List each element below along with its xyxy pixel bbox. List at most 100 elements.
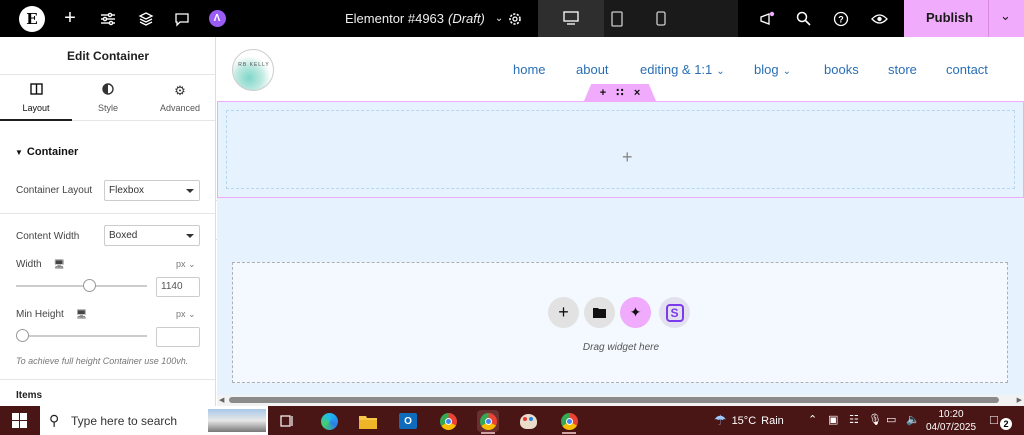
width-input[interactable]: 1140 [156,277,200,297]
document-name: Elementor #4963 [345,11,445,26]
scroll-left-icon[interactable]: ◀ [219,396,224,404]
min-height-slider-thumb[interactable] [16,329,29,342]
nav-books[interactable]: books [824,62,859,77]
section-header-container[interactable]: ▼ Container [15,146,78,158]
weather-widget[interactable]: ☂ 15°C Rain [714,412,784,429]
site-settings-button[interactable] [96,0,120,37]
notifications-button[interactable]: □ 2 [990,412,1012,430]
tab-advanced[interactable]: ⚙ Advanced [144,75,215,121]
active-window-indicator [481,432,495,434]
nav-about[interactable]: about [576,62,609,77]
items-section-label[interactable]: Items [16,390,42,401]
add-element-plus-icon[interactable]: + [622,147,633,168]
add-new-container-button[interactable]: + [548,297,579,328]
battery-icon[interactable]: ▭ [886,413,896,426]
add-template-button[interactable] [584,297,615,328]
width-unit-select[interactable]: px ⌄ [176,259,196,270]
document-status: (Draft) [448,11,485,26]
plus-icon: + [558,302,569,322]
nav-about-label: about [576,62,609,77]
publish-button-group: Publish ⌄ [904,0,1024,37]
chevron-down-icon: ⌄ [188,259,196,269]
system-clock[interactable]: 10:20 04/07/2025 [926,408,976,434]
delete-container-close-icon[interactable]: × [634,87,640,99]
nav-store[interactable]: store [888,62,917,77]
site-logo[interactable]: RB KELLY [232,49,274,91]
device-desktop-button[interactable] [538,0,604,37]
notes-button[interactable] [170,0,194,37]
edge-browser-icon[interactable] [318,410,340,432]
preview-button[interactable] [868,0,890,37]
ai-button[interactable]: Λ [206,0,228,37]
drag-widget-hint: Drag widget here [582,342,660,353]
nav-contact[interactable]: contact [946,62,988,77]
tab-advanced-label: Advanced [159,103,201,113]
panel-title: Edit Container [0,37,215,75]
meet-now-icon[interactable]: ▣ [828,413,838,426]
volume-icon[interactable]: 🔈 [906,413,920,426]
structure-button[interactable] [134,0,158,37]
task-view-icon[interactable] [276,410,298,432]
chrome-icon[interactable] [437,410,459,432]
sparkle-icon: ✦ [629,304,642,320]
document-title[interactable]: Elementor #4963 (Draft) ⌄ [345,0,503,37]
nav-blog[interactable]: blog ⌄ [754,62,791,77]
publish-button[interactable]: Publish [926,10,973,25]
weather-temperature: 15°C [731,414,757,427]
publish-divider [988,0,989,37]
width-slider-thumb[interactable] [83,279,97,292]
tablet-icon [611,10,623,27]
ai-generate-button[interactable]: ✦ [620,297,651,328]
gear-icon [509,12,521,25]
add-element-button[interactable]: + [58,0,82,37]
network-icon[interactable]: ☷ [849,413,859,426]
file-explorer-icon[interactable] [357,410,379,432]
container-layout-label: Container Layout [16,185,93,196]
nav-editing[interactable]: editing & 1:1 ⌄ [640,62,725,77]
min-height-input[interactable] [156,327,200,347]
min-height-slider-track[interactable] [16,335,147,337]
show-hidden-icons-chevron-icon[interactable]: ⌃ [808,413,817,426]
search-icon: ⚲ [49,412,60,428]
windows-start-icon[interactable] [12,413,27,428]
widget-drop-zone[interactable]: + ✦ S Drag widget here [232,262,1008,383]
min-height-unit-select[interactable]: px ⌄ [176,309,196,320]
chrome-active-window-icon[interactable] [477,410,499,432]
device-mobile-button[interactable] [650,0,672,37]
container-layout-select[interactable]: Flexbox [104,180,200,201]
paint-icon[interactable] [517,410,539,432]
chevron-down-icon: ⌄ [494,13,504,24]
horizontal-scrollbar[interactable]: ◀ ▶ [217,395,1024,406]
min-height-hint: To achieve full height Container use 100… [16,356,189,366]
elementor-logo-button[interactable]: E [18,0,46,37]
scrollbar-thumb[interactable] [229,397,999,403]
nav-store-label: store [888,62,917,77]
chrome-profile-icon[interactable] [558,410,580,432]
help-button[interactable]: ? [830,0,852,37]
add-container-plus-icon[interactable]: + [600,87,606,99]
third-party-library-button[interactable]: S [659,297,690,328]
scroll-right-icon[interactable]: ▶ [1017,396,1022,404]
selected-container[interactable]: + [217,101,1024,198]
nav-home[interactable]: home [513,62,546,77]
tab-style[interactable]: Style [72,75,144,121]
tab-layout[interactable]: Layout [0,75,72,121]
whats-new-button[interactable] [756,0,778,37]
finder-button[interactable] [792,0,814,37]
layout-icon [0,83,72,98]
outlook-icon[interactable]: O [397,410,419,432]
chevron-down-icon: ⌄ [716,66,725,77]
container-drop-area[interactable]: + [226,110,1015,189]
content-width-select[interactable]: Boxed [104,225,200,246]
device-tablet-button[interactable] [606,0,628,37]
caret-down-icon [186,234,194,238]
comment-icon [175,12,189,27]
microphone-icon[interactable]: 🎙 [868,413,882,426]
desktop-icon: 🖥 [53,259,65,269]
nav-contact-label: contact [946,62,988,77]
page-settings-button[interactable] [505,0,525,37]
taskbar-search-box[interactable]: ⚲ Type here to search [40,406,268,435]
drag-handle-icon[interactable]: ∷ [616,86,624,99]
width-slider-track[interactable] [16,285,147,287]
publish-options-chevron-icon[interactable]: ⌄ [1000,8,1011,24]
